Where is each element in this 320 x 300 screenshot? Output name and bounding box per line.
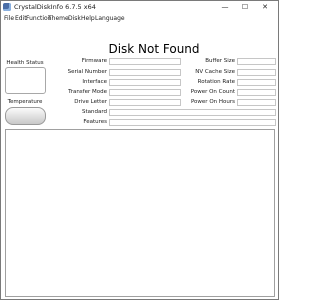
transfer-mode-value (109, 89, 181, 96)
close-button[interactable]: ✕ (255, 1, 275, 14)
nv-cache-size-label: NV Cache Size (195, 69, 235, 75)
minimize-button[interactable]: — (215, 1, 235, 14)
rotation-rate-label: Rotation Rate (197, 79, 235, 85)
app-window: CrystalDiskInfo 6.7.5 x64 — ☐ ✕ File Edi… (0, 0, 279, 300)
menu-file[interactable]: File (4, 14, 14, 23)
app-icon (3, 3, 11, 11)
rotation-rate-value (237, 79, 276, 86)
temperature-indicator (5, 107, 46, 125)
power-on-count-label: Power On Count (190, 89, 235, 95)
health-status-label: Health Status (6, 60, 44, 66)
power-on-hours-value (237, 99, 276, 106)
serial-number-label: Serial Number (67, 69, 107, 75)
standard-value (109, 109, 276, 116)
menu-theme[interactable]: Theme (48, 14, 69, 23)
menu-bar: File Edit Function Theme Disk Help Langu… (1, 14, 278, 24)
interface-label: Interface (82, 79, 107, 85)
maximize-button[interactable]: ☐ (235, 1, 255, 14)
menu-disk[interactable]: Disk (68, 14, 81, 23)
window-title: CrystalDiskInfo 6.7.5 x64 (14, 3, 96, 11)
interface-value (109, 79, 181, 86)
drive-letter-value (109, 99, 181, 106)
buffer-size-value (237, 58, 276, 65)
features-value (109, 119, 276, 126)
drive-letter-label: Drive Letter (74, 99, 107, 105)
power-on-count-value (237, 89, 276, 96)
menu-help[interactable]: Help (81, 14, 95, 23)
temperature-label: Temperature (7, 99, 43, 105)
features-label: Features (83, 119, 107, 125)
menu-edit[interactable]: Edit (15, 14, 27, 23)
health-status-indicator[interactable] (5, 67, 46, 94)
transfer-mode-label: Transfer Mode (68, 89, 107, 95)
title-bar: CrystalDiskInfo 6.7.5 x64 — ☐ ✕ (1, 1, 278, 14)
standard-label: Standard (81, 109, 107, 115)
firmware-label: Firmware (81, 58, 107, 64)
power-on-hours-label: Power On Hours (190, 99, 235, 105)
smart-attributes-list[interactable] (5, 129, 275, 297)
menu-language[interactable]: Language (95, 14, 125, 23)
serial-number-value (109, 69, 181, 76)
buffer-size-label: Buffer Size (205, 58, 235, 64)
disk-title: Disk Not Found (108, 42, 200, 56)
nv-cache-size-value (237, 69, 276, 76)
firmware-value (109, 58, 181, 65)
